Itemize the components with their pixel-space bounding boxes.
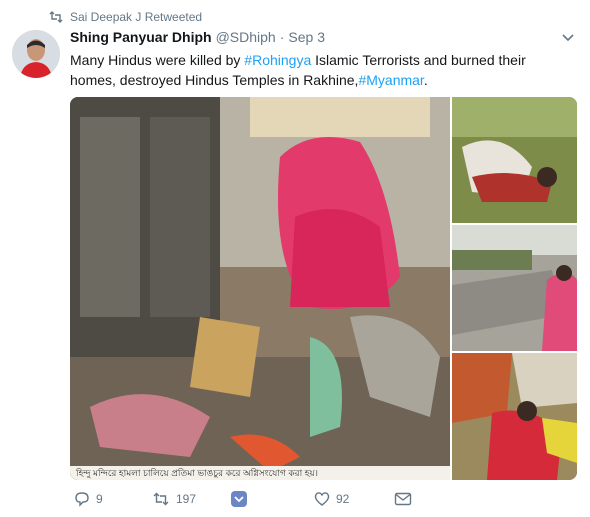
retweet-context[interactable]: Sai Deepak J Retweeted [48, 9, 202, 25]
header-separator: · [279, 29, 285, 45]
hashtag-link[interactable]: #Rohingya [244, 52, 311, 68]
heart-icon [314, 492, 330, 506]
reply-count: 9 [96, 492, 103, 506]
tweet-text-part: . [423, 72, 428, 88]
tweet-header: Shing Panyuar Dhiph @SDhiph · Sep 3 [70, 29, 325, 47]
avatar-image [12, 30, 60, 78]
envelope-icon [394, 492, 412, 506]
retweet-count: 197 [176, 492, 197, 506]
chevron-down-icon[interactable] [560, 32, 576, 44]
media-grid: হিন্দু মন্দিরে হামলা চালিয়ে প্রতিমা ভাঙ… [70, 97, 577, 480]
tweet-text: Many Hindus were killed by #Rohingya Isl… [70, 50, 575, 90]
author-handle[interactable]: @SDhiph [216, 29, 276, 45]
author-name[interactable]: Shing Panyuar Dhiph [70, 29, 212, 45]
media-photo-2[interactable] [452, 97, 577, 223]
media-caption: হিন্দু মন্দিরে হামলা চালিয়ে প্রতিমা ভাঙ… [70, 466, 450, 480]
tweet-timestamp[interactable]: Sep 3 [288, 29, 325, 45]
share-button[interactable] [230, 488, 254, 510]
media-photo-3[interactable] [452, 225, 577, 351]
like-count: 92 [336, 492, 350, 506]
temple-photo [70, 97, 450, 480]
field-photo [452, 97, 577, 223]
chevron-down-icon [231, 491, 247, 507]
direct-message-button[interactable] [394, 488, 418, 510]
hashtag-link[interactable]: #Myanmar [358, 72, 423, 88]
tweet-text-part: Many Hindus were killed by [70, 52, 245, 68]
tweet-actions: 9 197 92 [70, 488, 430, 510]
villagers-photo [452, 353, 577, 480]
retweet-context-label: Sai Deepak J Retweeted [70, 10, 203, 24]
retweet-button[interactable]: 197 [152, 488, 196, 510]
reply-button[interactable]: 9 [74, 488, 103, 510]
media-photo-main[interactable]: হিন্দু মন্দিরে হামলা চালিয়ে প্রতিমা ভাঙ… [70, 97, 450, 480]
like-button[interactable]: 92 [314, 488, 349, 510]
retweet-icon [49, 11, 63, 23]
avatar[interactable] [12, 30, 60, 78]
reply-icon [75, 492, 89, 507]
media-photo-4[interactable] [452, 353, 577, 480]
retweet-icon [153, 492, 169, 506]
burned-house-photo [452, 225, 577, 351]
